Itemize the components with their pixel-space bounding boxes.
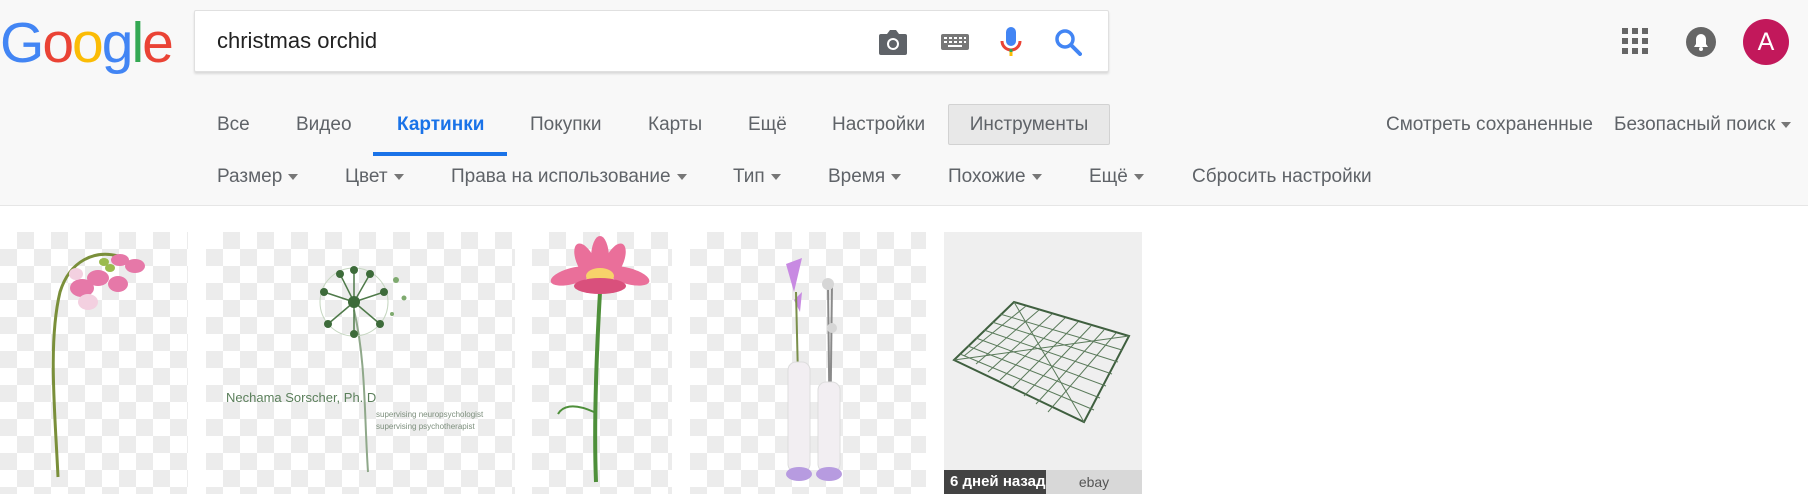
filter-label: Тип: [733, 166, 765, 187]
filter-label: Цвет: [345, 166, 388, 187]
logo-letter: l: [131, 11, 144, 75]
image-result-dandelion-logo[interactable]: Nechama Sorscher, Ph. D supervising neur…: [206, 232, 515, 494]
date-badge: 6 дней назад: [944, 470, 1052, 494]
chevron-down-icon: [393, 173, 404, 180]
logo-letter: o: [42, 11, 74, 75]
apps-grid-icon[interactable]: [1622, 28, 1648, 54]
notifications-icon[interactable]: [1685, 26, 1717, 58]
filter-similar[interactable]: Похожие: [948, 160, 1042, 194]
search-input[interactable]: [217, 11, 837, 71]
chevron-down-icon: [770, 173, 781, 180]
chevron-down-icon: [676, 173, 687, 180]
logo-subcaption: supervising psychotherapist: [376, 422, 475, 431]
safesearch-label: Безопасный поиск: [1614, 114, 1776, 135]
avatar[interactable]: A: [1743, 19, 1789, 65]
filter-type[interactable]: Тип: [733, 160, 781, 194]
safesearch-dropdown[interactable]: Безопасный поиск: [1614, 100, 1792, 150]
filter-more[interactable]: Ещё: [1089, 160, 1144, 194]
tab-settings[interactable]: Настройки: [832, 100, 925, 156]
logo-letter: G: [0, 11, 44, 75]
active-tab-indicator: [373, 152, 507, 156]
filter-time[interactable]: Время: [828, 160, 902, 194]
search-icon[interactable]: [1050, 24, 1086, 60]
logo-caption: Nechama Sorscher, Ph. D: [226, 390, 377, 405]
tab-shopping[interactable]: Покупки: [530, 100, 601, 156]
filter-label: Ещё: [1089, 166, 1128, 187]
chevron-down-icon: [1031, 173, 1042, 180]
tools-button[interactable]: Инструменты: [948, 104, 1110, 145]
source-label: ebay: [1046, 470, 1142, 494]
saved-images-link[interactable]: Смотреть сохраненные: [1386, 100, 1593, 150]
filter-label: Время: [828, 166, 886, 187]
chevron-down-icon: [288, 173, 299, 180]
tab-more[interactable]: Ещё: [748, 100, 787, 156]
keyboard-icon[interactable]: [937, 24, 973, 60]
tab-video[interactable]: Видео: [296, 100, 352, 156]
image-result-wire-mesh[interactable]: 6 дней назад ebay: [944, 232, 1142, 494]
camera-icon[interactable]: [875, 24, 911, 60]
logo-letter: e: [142, 11, 174, 75]
tab-all[interactable]: Все: [217, 100, 250, 156]
filter-color[interactable]: Цвет: [345, 160, 404, 194]
microphone-icon[interactable]: [993, 24, 1029, 60]
image-result-lotus[interactable]: [532, 232, 672, 494]
image-result-orchid[interactable]: [0, 232, 188, 494]
chevron-down-icon: [1133, 173, 1144, 180]
filter-label: Размер: [217, 166, 283, 187]
chevron-down-icon: [891, 173, 902, 180]
logo-subcaption: supervising neuropsychologist: [376, 410, 484, 419]
tab-images[interactable]: Картинки: [397, 100, 484, 156]
google-logo[interactable]: Google: [0, 11, 174, 75]
tab-maps[interactable]: Карты: [648, 100, 702, 156]
logo-letter: o: [72, 11, 104, 75]
search-box: [194, 10, 1109, 72]
filter-size[interactable]: Размер: [217, 160, 299, 194]
logo-letter: g: [101, 11, 134, 75]
image-result-calla-lilies[interactable]: [690, 232, 926, 494]
filter-label: Права на использование: [451, 166, 671, 187]
reset-filters-button[interactable]: Сбросить настройки: [1192, 160, 1372, 194]
filter-label: Похожие: [948, 166, 1026, 187]
filter-usage-rights[interactable]: Права на использование: [451, 160, 687, 194]
chevron-down-icon: [1781, 121, 1792, 128]
